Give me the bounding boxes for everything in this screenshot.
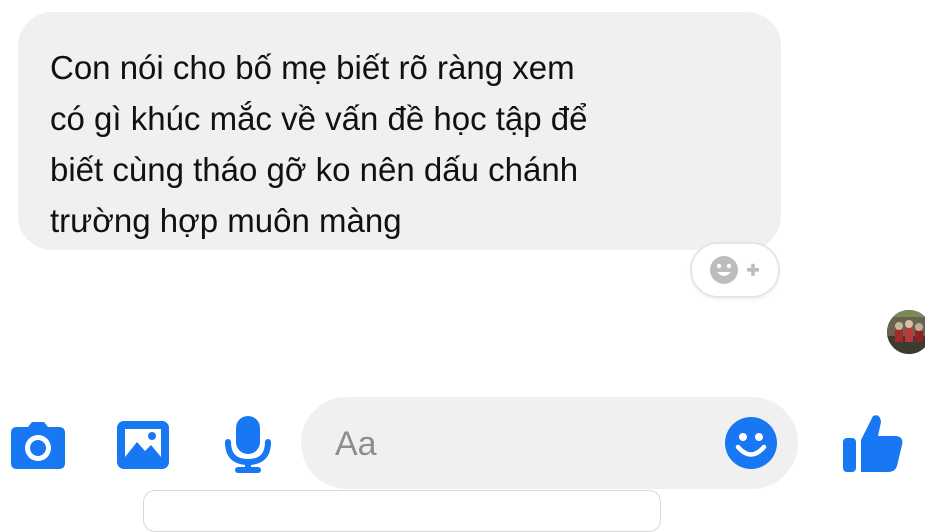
message-input[interactable] [333,415,697,473]
message-composer [301,397,798,489]
camera-icon [11,422,65,469]
emoji-button[interactable] [724,416,778,470]
seen-avatar [887,310,925,354]
message-text: Con nói cho bố mẹ biết rõ ràng xem có gì… [50,49,588,239]
add-reaction-icon [710,256,759,284]
camera-button[interactable] [8,420,68,472]
bottom-panel [143,490,661,532]
image-icon [117,421,169,469]
gallery-button[interactable] [114,418,172,472]
smiley-icon [725,417,777,469]
thumbs-up-icon [843,415,903,472]
microphone-icon [225,416,271,473]
message-bubble[interactable]: Con nói cho bố mẹ biết rõ ràng xem có gì… [18,12,781,250]
like-button[interactable] [840,410,906,474]
add-reaction-button[interactable] [692,244,778,296]
microphone-button[interactable] [222,414,274,474]
